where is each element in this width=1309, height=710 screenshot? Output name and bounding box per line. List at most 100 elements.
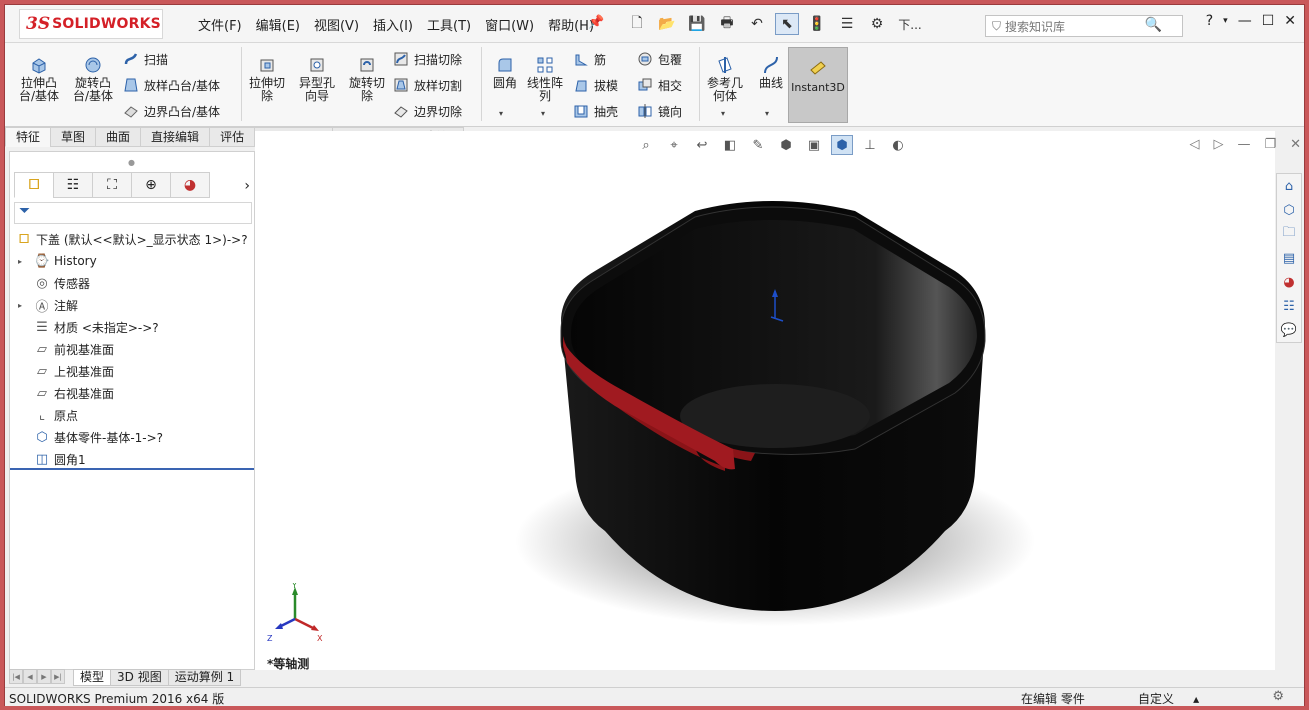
solidworks-logo[interactable]: 3S SOLIDWORKS [19, 9, 163, 39]
custom-properties-icon[interactable]: ☷ [1277, 294, 1301, 318]
select-icon[interactable]: ⬉ [775, 13, 799, 35]
revolve-boss-button[interactable]: 旋转凸 台/基体 [69, 55, 117, 103]
search-icon[interactable]: 🔍 [1145, 17, 1162, 33]
instant3d-button[interactable]: Instant3D [788, 47, 848, 123]
boundary-cut-button[interactable]: 边界切除 [393, 101, 462, 121]
fillet-dropdown-icon[interactable]: ▾ [499, 109, 503, 118]
doc-close-icon[interactable]: ✕ [1290, 137, 1301, 152]
extrude-cut-button[interactable]: 拉伸切 除 [243, 55, 291, 103]
rib-icon [575, 54, 588, 66]
curves-dropdown-icon[interactable]: ▾ [765, 109, 769, 118]
pattern-dropdown-icon[interactable]: ▾ [541, 109, 545, 118]
curves-icon [764, 56, 778, 74]
rib-button[interactable]: 筋 [573, 49, 606, 69]
panel-splitter-handle[interactable]: ● [128, 158, 135, 167]
loft-boss-button[interactable]: 放样凸台/基体 [123, 75, 220, 95]
rollback-bar[interactable] [10, 468, 254, 470]
tree-item-sensors[interactable]: ◎ 传感器 [10, 272, 254, 294]
maximize-icon[interactable]: ☐ [1262, 13, 1275, 29]
tree-item-material[interactable]: ☰ 材质 <未指定>->? [10, 316, 254, 338]
menu-tools[interactable]: 工具(T) [420, 15, 478, 34]
tree-item-annotations[interactable]: ▸ Ⓐ 注解 [10, 294, 254, 316]
next-tab-icon[interactable]: ▶ [37, 669, 51, 684]
prev-tab-icon[interactable]: ◀ [23, 669, 37, 684]
extrude-boss-button[interactable]: 拉伸凸 台/基体 [15, 55, 63, 103]
tree-item-front-plane[interactable]: ▱ 前视基准面 [10, 338, 254, 360]
lofted-cut-button[interactable]: 放样切割 [393, 75, 462, 95]
dimxpert-manager-tab-icon[interactable]: ⊕ [131, 172, 171, 198]
tab-features[interactable]: 特征 [5, 127, 52, 147]
search-box[interactable]: ⛉ 搜索知识库 🔍 [985, 15, 1183, 37]
filter-icon[interactable]: ⏷ [14, 202, 252, 224]
tab-3d-views[interactable]: 3D 视图 [110, 669, 169, 686]
panel-more-icon[interactable]: › [244, 178, 250, 194]
pin-icon[interactable]: 📌 [588, 15, 604, 30]
feature-manager-tab-icon[interactable]: 🞐 [14, 172, 54, 198]
menu-insert[interactable]: 插入(I) [366, 15, 420, 34]
tree-item-top-plane[interactable]: ▱ 上视基准面 [10, 360, 254, 382]
linear-pattern-button[interactable]: 线性阵 列 [521, 55, 569, 103]
hole-wizard-button[interactable]: 异型孔 向导 [293, 55, 341, 103]
draft-button[interactable]: 拔模 [573, 75, 618, 95]
menu-view[interactable]: 视图(V) [307, 15, 366, 34]
custom-units-dropdown[interactable]: 自定义 ▴ [1138, 690, 1199, 707]
quick-tips-icon[interactable]: ⚙ [1272, 689, 1284, 704]
reference-geometry-button[interactable]: 参考几 何体 [701, 55, 749, 103]
help-icon[interactable]: ? [1206, 13, 1213, 29]
forum-icon[interactable]: 💬 [1277, 318, 1301, 342]
tab-direct-editing[interactable]: 直接编辑 [140, 127, 211, 147]
open-icon[interactable]: 📂 [655, 13, 679, 35]
tab-evaluate[interactable]: 评估 [209, 127, 256, 147]
bottom-tabs: |◀ ◀ ▶ ▶| 模型 3D 视图 运动算例 1 [9, 669, 242, 686]
shell-button[interactable]: 抽壳 [573, 101, 618, 121]
intersect-button[interactable]: 相交 [637, 75, 682, 95]
tree-item-root-part[interactable]: 🞐 下盖 (默认<<默认>_显示状态 1>)->? [10, 228, 254, 250]
minimize-icon[interactable]: — [1238, 13, 1252, 29]
design-library-icon[interactable]: ⬡ [1277, 198, 1301, 222]
tree-item-base-part[interactable]: ⬡ 基体零件-基体-1->? [10, 426, 254, 448]
expand-icon[interactable]: ▸ [18, 301, 28, 310]
configuration-manager-tab-icon[interactable]: ⛶ [92, 172, 132, 198]
part-model[interactable] [255, 131, 1275, 670]
property-manager-tab-icon[interactable]: ☷ [53, 172, 93, 198]
tree-item-origin[interactable]: ⌞ 原点 [10, 404, 254, 426]
display-manager-tab-icon[interactable]: ◕ [170, 172, 210, 198]
file-explorer-icon[interactable]: 🗀 [1277, 222, 1301, 246]
mirror-button[interactable]: 镜向 [637, 101, 682, 121]
help-dropdown-icon[interactable]: ▾ [1223, 13, 1228, 29]
ref-geometry-dropdown-icon[interactable]: ▾ [721, 109, 725, 118]
appearances-icon[interactable]: ◕ [1277, 270, 1301, 294]
save-icon[interactable]: 💾 [685, 13, 709, 35]
tab-sketch[interactable]: 草图 [50, 127, 97, 147]
home-icon[interactable]: ⌂ [1277, 174, 1301, 198]
menu-file[interactable]: 文件(F) [191, 15, 249, 34]
revolve-cut-button[interactable]: 旋转切 除 [343, 55, 391, 103]
undo-icon[interactable]: ↶ [745, 13, 769, 35]
view-palette-icon[interactable]: ▤ [1277, 246, 1301, 270]
wrap-button[interactable]: 包覆 [637, 49, 682, 69]
tab-surfaces[interactable]: 曲面 [95, 127, 142, 147]
reference-triad[interactable]: Y X Z [265, 583, 325, 643]
document-name[interactable]: 下... [895, 13, 925, 35]
new-document-icon[interactable]: 🗋 [625, 13, 649, 35]
boundary-boss-button[interactable]: 边界凸台/基体 [123, 101, 220, 121]
tab-motion-study-1[interactable]: 运动算例 1 [167, 669, 242, 686]
expand-icon[interactable]: ▸ [18, 257, 28, 266]
tree-item-fillet1[interactable]: ◫ 圆角1 [10, 448, 254, 470]
menu-window[interactable]: 窗口(W) [478, 15, 541, 34]
rebuild-icon[interactable]: 🚦 [805, 13, 829, 35]
view-orientation-label: *等轴测 [267, 657, 310, 671]
options-gear-icon[interactable]: ⚙ [865, 13, 889, 35]
last-tab-icon[interactable]: ▶| [51, 669, 65, 684]
tree-item-right-plane[interactable]: ▱ 右视基准面 [10, 382, 254, 404]
menu-edit[interactable]: 编辑(E) [249, 15, 307, 34]
tab-model[interactable]: 模型 [73, 669, 112, 686]
tree-item-history[interactable]: ▸ ⌚ History [10, 250, 254, 272]
close-icon[interactable]: ✕ [1284, 13, 1296, 29]
graphics-area[interactable]: ⌕ ⌖ ↩ ◧ ✎ ⬢ ▣ ⬢ ⊥ ◐ ◁ ▷ — ❐ ✕ Y X Z *等轴测 [255, 131, 1301, 671]
file-properties-icon[interactable]: ☰ [835, 13, 859, 35]
first-tab-icon[interactable]: |◀ [9, 669, 23, 684]
print-icon[interactable]: 🖶 [715, 13, 739, 35]
swept-cut-button[interactable]: 扫描切除 [393, 49, 462, 69]
sweep-button[interactable]: 扫描 [123, 49, 168, 69]
